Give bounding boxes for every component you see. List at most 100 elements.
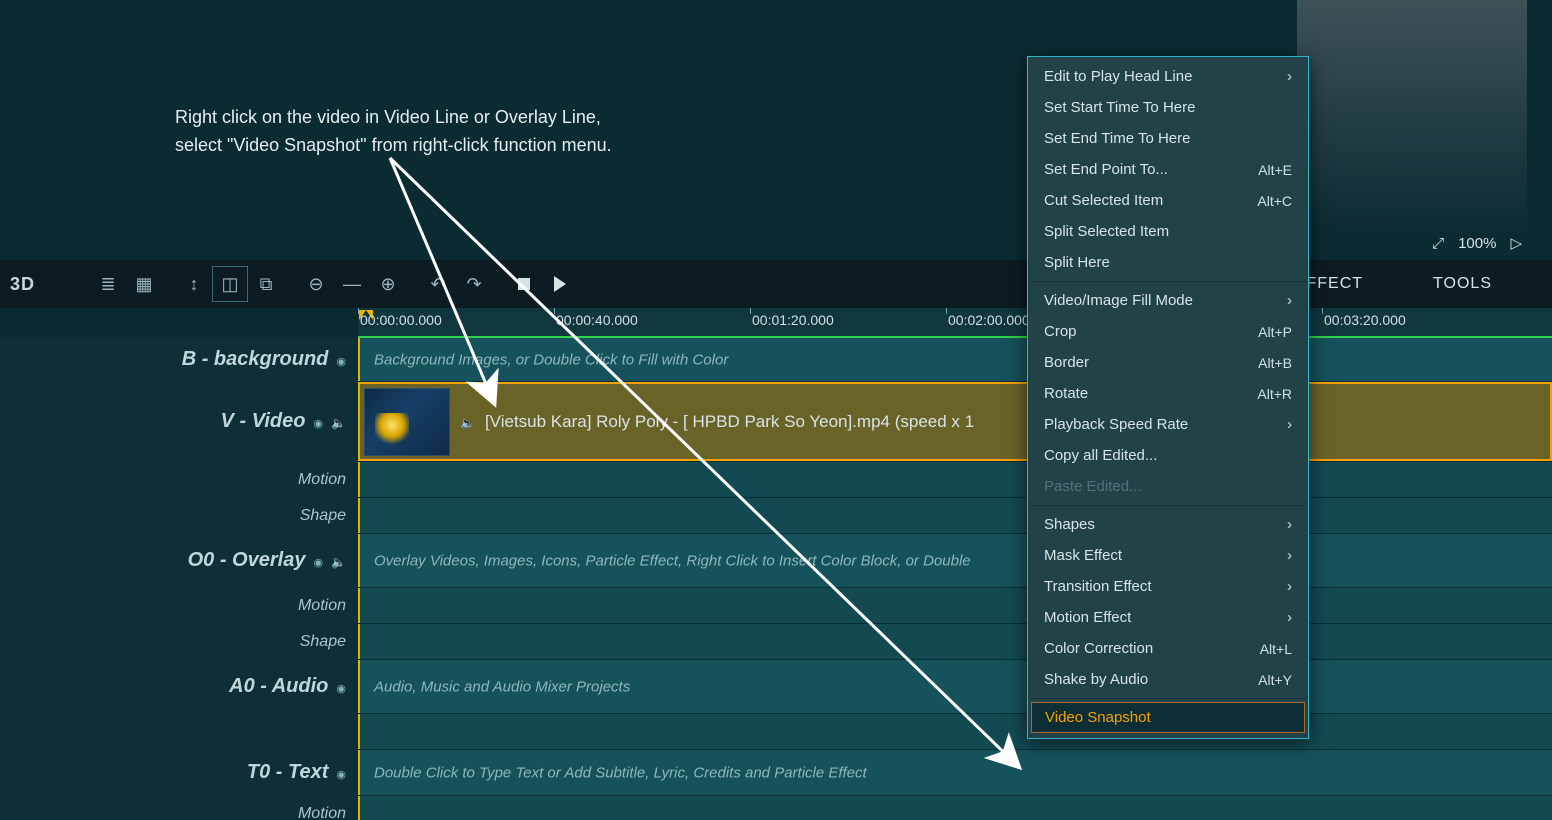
menu-item-label: Split Here [1044, 254, 1110, 271]
menu-item-label: Shapes [1044, 516, 1095, 533]
eye-icon[interactable] [313, 414, 323, 430]
menu-item-label: Mask Effect [1044, 547, 1122, 564]
menu-item-label: Copy all Edited... [1044, 447, 1157, 464]
menu-item[interactable]: Playback Speed Rate› [1028, 409, 1308, 440]
menu-item-label: Set Start Time To Here [1044, 99, 1195, 116]
ruler-tick: 00:01:20.000 [752, 312, 834, 328]
zoom-out-icon[interactable]: ⊖ [298, 266, 334, 302]
menu-item-label: Color Correction [1044, 640, 1153, 657]
menu-item-label: Set End Time To Here [1044, 130, 1190, 147]
video-clip[interactable]: [Vietsub Kara] Roly Poly - [ HPBD Park S… [360, 382, 1552, 461]
menu-item-label: Cut Selected Item [1044, 192, 1163, 209]
menu-item-label: Crop [1044, 323, 1077, 340]
eye-icon[interactable] [313, 553, 323, 569]
menu-separator [1028, 281, 1308, 282]
track-label: A0 - Audio [229, 675, 328, 698]
track-label: V - Video [221, 410, 306, 433]
track-overlay[interactable]: O0 - Overlay Overlay Videos, Images, Ico… [0, 534, 1552, 588]
menu-item[interactable]: Copy all Edited... [1028, 440, 1308, 471]
menu-item[interactable]: Shake by AudioAlt+Y [1028, 664, 1308, 695]
menu-item[interactable]: Motion Effect › [1028, 602, 1308, 633]
speaker-icon [460, 414, 475, 430]
submenu-arrow-icon: › [1287, 609, 1292, 626]
track-background[interactable]: B - background Background Images, or Dou… [0, 338, 1552, 382]
eye-icon[interactable] [336, 679, 346, 695]
track-text[interactable]: T0 - Text Double Click to Type Text or A… [0, 750, 1552, 796]
eye-icon[interactable] [336, 765, 346, 781]
speaker-icon[interactable] [331, 414, 346, 430]
tab-tools[interactable]: TOOLS [1433, 275, 1492, 293]
menu-separator [1028, 698, 1308, 699]
track-hint: Background Images, or Double Click to Fi… [374, 351, 728, 368]
track-label: O0 - Overlay [188, 549, 306, 572]
ruler-tick: 00:03:20.000 [1324, 312, 1406, 328]
track-audio[interactable]: A0 - Audio Audio, Music and Audio Mixer … [0, 660, 1552, 714]
menu-item-shortcut: Alt+P [1258, 324, 1292, 340]
menu-item[interactable]: Mask Effect › [1028, 540, 1308, 571]
menu-item-shortcut: Alt+L [1260, 641, 1292, 657]
split-panel-icon[interactable]: ⧉ [248, 266, 284, 302]
menu-item-label: Video Snapshot [1045, 709, 1151, 726]
submenu-arrow-icon: › [1287, 416, 1292, 433]
track-video-shape[interactable]: Shape [0, 498, 1552, 534]
track-video[interactable]: V - Video [Vietsub Kara] Roly Poly - [ H… [0, 382, 1552, 462]
annotation-line-2: select "Video Snapshot" from right-click… [175, 132, 612, 160]
menu-item[interactable]: Edit to Play Head Line› [1028, 61, 1308, 92]
menu-item[interactable]: Shapes› [1028, 509, 1308, 540]
menu-item[interactable]: Color Correction Alt+L [1028, 633, 1308, 664]
menu-item[interactable]: Set Start Time To Here [1028, 92, 1308, 123]
menu-item-label: Transition Effect [1044, 578, 1152, 595]
eye-icon[interactable] [336, 352, 346, 368]
redo-icon[interactable]: ↷ [456, 266, 492, 302]
annotation-line-1: Right click on the video in Video Line o… [175, 104, 612, 132]
menu-item[interactable]: Video/Image Fill Mode› [1028, 285, 1308, 316]
menu-item[interactable]: Set End Point To...Alt+E [1028, 154, 1308, 185]
play-icon[interactable]: ▷ [1510, 234, 1522, 252]
menu-item-label: Edit to Play Head Line [1044, 68, 1192, 85]
menu-item[interactable]: BorderAlt+B [1028, 347, 1308, 378]
menu-item[interactable]: Video Snapshot [1031, 702, 1305, 733]
menu-item-shortcut: Alt+E [1258, 162, 1292, 178]
track-text-motion[interactable]: Motion [0, 796, 1552, 820]
menu-item[interactable]: Cut Selected Item Alt+C [1028, 185, 1308, 216]
zoom-in-icon[interactable]: ⊕ [370, 266, 406, 302]
menu-item[interactable]: Split Here [1028, 247, 1308, 278]
track-label: Shape [300, 507, 346, 525]
menu-item-shortcut: Alt+R [1257, 386, 1292, 402]
preview-panel [1297, 0, 1527, 230]
ruler-tick: 00:00:00.000 [360, 312, 442, 328]
menu-item-label: Split Selected Item [1044, 223, 1169, 240]
menu-item[interactable]: Transition Effect› [1028, 571, 1308, 602]
align-left-icon[interactable]: ≣ [90, 266, 126, 302]
track-video-motion[interactable]: Motion [0, 462, 1552, 498]
ruler-tick: 00:02:00.000 [948, 312, 1030, 328]
expand-icon[interactable]: ⤢ [1432, 235, 1444, 252]
grid-icon[interactable]: ▦ [126, 266, 162, 302]
track-audio-spacer [0, 714, 1552, 750]
track-overlay-motion[interactable]: Motion [0, 588, 1552, 624]
speaker-icon[interactable] [331, 553, 346, 569]
play-button[interactable] [542, 266, 578, 302]
context-menu[interactable]: Edit to Play Head Line›Set Start Time To… [1027, 56, 1309, 739]
crop-icon[interactable]: ◫ [212, 266, 248, 302]
3d-label[interactable]: 3D [10, 274, 35, 295]
slider-icon[interactable]: — [334, 266, 370, 302]
submenu-arrow-icon: › [1287, 547, 1292, 564]
undo-icon[interactable]: ↶ [420, 266, 456, 302]
menu-item[interactable]: Split Selected Item [1028, 216, 1308, 247]
track-label: Shape [300, 633, 346, 651]
menu-item-label: Motion Effect [1044, 609, 1131, 626]
menu-item[interactable]: RotateAlt+R [1028, 378, 1308, 409]
submenu-arrow-icon: › [1287, 292, 1292, 309]
menu-item-shortcut: Alt+B [1258, 355, 1292, 371]
menu-item[interactable]: Set End Time To Here [1028, 123, 1308, 154]
vertical-arrows-icon[interactable]: ↕ [176, 266, 212, 302]
menu-item-shortcut: Alt+C [1257, 193, 1292, 209]
zoom-indicator: ⤢ 100% ▷ [1432, 234, 1522, 252]
menu-item-shortcut: Alt+Y [1258, 672, 1292, 688]
clip-title: [Vietsub Kara] Roly Poly - [ HPBD Park S… [485, 412, 974, 432]
timeline-ruler[interactable]: 00:00:00.00000:00:40.00000:01:20.00000:0… [0, 308, 1552, 336]
stop-button[interactable] [506, 266, 542, 302]
track-overlay-shape[interactable]: Shape [0, 624, 1552, 660]
menu-item[interactable]: Crop Alt+P [1028, 316, 1308, 347]
